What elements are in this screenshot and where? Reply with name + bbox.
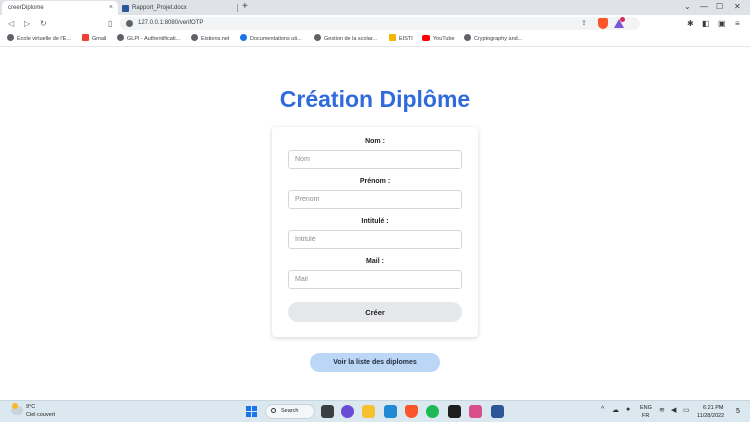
bookmark-youtube[interactable]: YouTube <box>422 32 455 46</box>
notification-count[interactable]: 5 <box>736 408 740 415</box>
back-icon[interactable]: ◁ <box>8 15 14 32</box>
vscode-icon[interactable] <box>384 405 397 418</box>
tab-title: creerDiplome <box>8 5 44 11</box>
bookmark-icon[interactable]: ▯ <box>108 15 112 32</box>
tab-rapport-projet[interactable]: Rapport_Projet.docx <box>118 1 236 15</box>
word-icon[interactable] <box>491 405 504 418</box>
globe-icon <box>464 34 471 41</box>
tab-divider <box>237 4 238 12</box>
bookmark-cryptography[interactable]: Cryptography and... <box>464 32 522 46</box>
forward-icon[interactable]: ▷ <box>24 15 30 32</box>
cloud-icon[interactable]: ☁ <box>612 406 619 414</box>
battery-icon[interactable]: ▭ <box>683 406 690 414</box>
address-bar[interactable]: 127.0.0.1:8080/verifOTP ⇪ <box>120 17 640 30</box>
language-region[interactable]: FR <box>642 413 649 419</box>
chevron-up-icon[interactable]: ^ <box>601 406 604 413</box>
file-explorer-icon[interactable] <box>362 405 375 418</box>
notification-app-icon[interactable]: ● <box>626 406 630 413</box>
chat-icon[interactable] <box>341 405 354 418</box>
brave-shields-icon[interactable] <box>598 18 608 29</box>
nom-label: Nom : <box>365 138 385 145</box>
app-icon[interactable] <box>469 405 482 418</box>
volume-icon[interactable]: ◀ <box>671 406 676 414</box>
clock-date[interactable]: 11/28/2022 <box>697 413 724 419</box>
bookmark-eistiens[interactable]: Eistiens.net <box>191 32 229 46</box>
bookmarks-bar: École virtuelle de l'E... Gmail GLPI - A… <box>0 32 750 47</box>
tab-title: Rapport_Projet.docx <box>132 5 187 11</box>
new-tab-button[interactable]: + <box>242 0 248 14</box>
intitule-label: Intitulé : <box>361 218 389 225</box>
mail-label: Mail : <box>366 258 384 265</box>
browser-toolbar: ◁ ▷ ↻ ▯ 127.0.0.1:8080/verifOTP ⇪ ✱ ◧ ▣ … <box>0 15 750 32</box>
task-view-icon[interactable] <box>321 405 334 418</box>
menu-icon[interactable]: ≡ <box>735 15 740 32</box>
close-tab-icon[interactable]: × <box>109 1 113 15</box>
word-doc-icon <box>122 5 129 12</box>
nom-input[interactable] <box>288 150 462 169</box>
weather-icon[interactable] <box>11 403 23 415</box>
close-window-icon[interactable]: ✕ <box>734 0 741 14</box>
pycharm-icon[interactable] <box>448 405 461 418</box>
youtube-icon <box>422 35 430 41</box>
view-diplomas-list-button[interactable]: Voir la liste des diplomes <box>310 353 440 372</box>
page-title: Création Diplôme <box>279 86 471 112</box>
prenom-input[interactable] <box>288 190 462 209</box>
weather-description[interactable]: Ciel couvert <box>26 412 55 418</box>
globe-icon <box>191 34 198 41</box>
start-icon[interactable] <box>246 406 257 417</box>
bookmark-ecole-virtuelle[interactable]: École virtuelle de l'E... <box>7 32 71 46</box>
wallet-icon[interactable]: ▣ <box>718 15 726 32</box>
taskbar-search[interactable]: Search <box>265 404 315 419</box>
info-icon[interactable] <box>126 20 133 27</box>
spotify-icon[interactable] <box>426 405 439 418</box>
language-code[interactable]: ENG <box>640 405 652 411</box>
windows-taskbar: 9°C Ciel couvert Search ^ ☁ ● ENG FR ≋ ◀… <box>0 400 750 422</box>
rewards-badge <box>620 17 625 22</box>
search-label: Search <box>281 408 299 414</box>
search-icon <box>271 408 276 413</box>
gmail-icon <box>82 34 89 41</box>
glpi-icon <box>117 34 124 41</box>
extensions-icon[interactable]: ✱ <box>687 15 694 32</box>
globe-icon <box>240 34 247 41</box>
clock-time[interactable]: 6:21 PM <box>703 405 723 411</box>
bookmark-gestion-scolarite[interactable]: Gestion de la scolar... <box>314 32 377 46</box>
share-icon[interactable]: ⇪ <box>581 17 587 30</box>
brave-browser-icon[interactable] <box>405 405 418 418</box>
sidebar-icon[interactable]: ◧ <box>702 15 710 32</box>
bookmark-gmail[interactable]: Gmail <box>82 32 106 46</box>
intitule-input[interactable] <box>288 230 462 249</box>
folder-icon <box>389 34 396 41</box>
create-button[interactable]: Créer <box>288 302 462 322</box>
globe-icon <box>314 34 321 41</box>
globe-icon <box>7 34 14 41</box>
mail-input[interactable] <box>288 270 462 289</box>
wifi-icon[interactable]: ≋ <box>659 406 665 414</box>
tab-creer-diplome[interactable]: creerDiplome × <box>2 1 118 15</box>
diplome-form: Nom : Prénom : Intitulé : Mail : Créer <box>272 127 478 337</box>
bookmark-documentations[interactable]: Documentations uti... <box>240 32 302 46</box>
minimize-icon[interactable]: — <box>700 0 708 14</box>
browser-tab-bar: creerDiplome × Rapport_Projet.docx + ⌄ —… <box>0 0 750 15</box>
bookmark-glpi[interactable]: GLPI - Authentificati... <box>117 32 180 46</box>
bookmark-eisti-folder[interactable]: EISTI <box>389 32 413 46</box>
maximize-icon[interactable]: ☐ <box>716 0 723 14</box>
prenom-label: Prénom : <box>359 178 391 185</box>
weather-temperature[interactable]: 9°C <box>26 404 35 410</box>
reload-icon[interactable]: ↻ <box>40 15 47 32</box>
chevron-down-icon[interactable]: ⌄ <box>684 0 691 14</box>
address-bar-url[interactable]: 127.0.0.1:8080/verifOTP <box>138 17 203 30</box>
